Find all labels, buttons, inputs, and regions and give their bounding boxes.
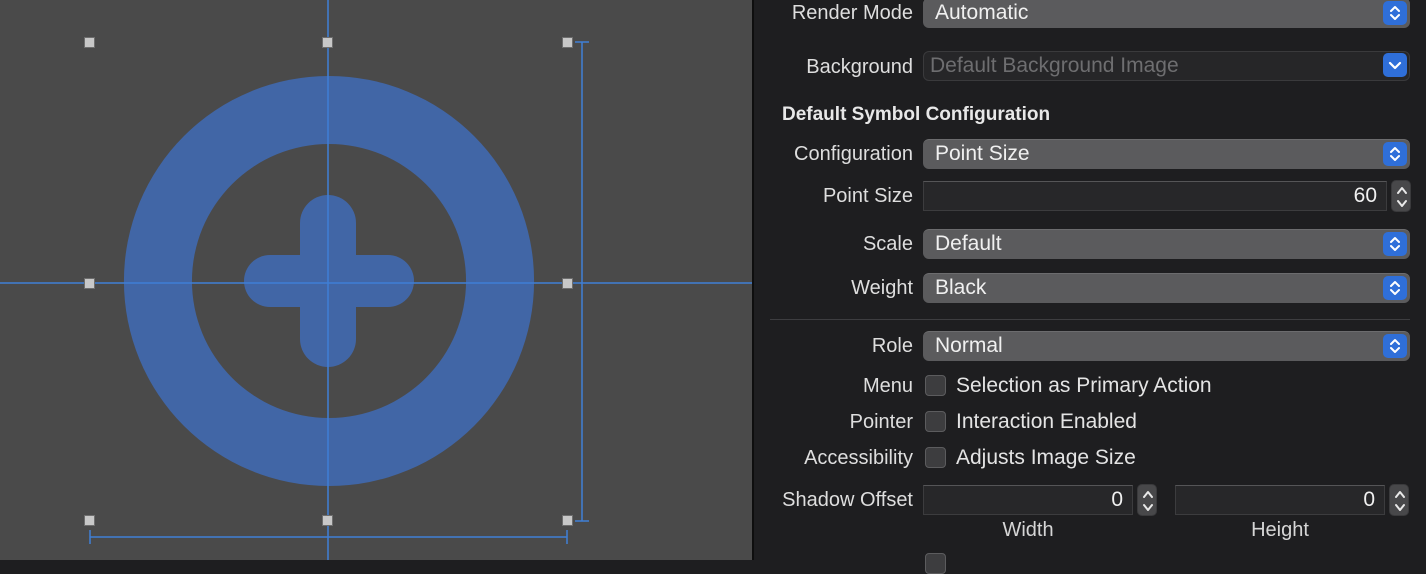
shadow-width-stepper[interactable] <box>1137 484 1157 516</box>
interaction-enabled-text[interactable]: Interaction Enabled <box>956 410 1137 434</box>
point-size-stepper[interactable] <box>1391 180 1411 212</box>
up-down-chevron-icon <box>1383 232 1407 256</box>
point-size-field[interactable]: 60 <box>923 181 1387 211</box>
up-down-chevron-icon <box>1383 334 1407 358</box>
scale-label: Scale <box>862 233 913 255</box>
up-down-chevron-icon <box>1383 276 1407 300</box>
symbol-plus-horizontal <box>244 255 414 307</box>
plus-circle-symbol[interactable] <box>123 75 535 486</box>
accessibility-label: Accessibility <box>804 447 913 469</box>
background-label: Background <box>806 56 913 78</box>
shadow-width-field[interactable]: 0 <box>923 485 1133 515</box>
shadow-height-stepper[interactable] <box>1389 484 1409 516</box>
up-down-chevron-icon <box>1383 142 1407 166</box>
stepper-arrows-icon <box>1397 187 1407 207</box>
shadow-height-caption: Height <box>1251 519 1309 541</box>
up-down-chevron-icon <box>1383 1 1407 25</box>
adjusts-image-size-checkbox[interactable] <box>925 447 946 468</box>
menu-label: Menu <box>862 375 913 397</box>
default-symbol-configuration-heading: Default Symbol Configuration <box>782 104 1051 125</box>
cut-off-checkbox[interactable] <box>925 553 946 574</box>
scale-value: Default <box>935 232 1002 255</box>
background-placeholder: Default Background Image <box>930 54 1179 77</box>
resize-handle-bottom-left[interactable] <box>84 515 95 526</box>
role-value: Normal <box>935 334 1003 357</box>
weight-value: Black <box>935 276 987 299</box>
resize-handle-bottom-right[interactable] <box>562 515 573 526</box>
shadow-height-field[interactable]: 0 <box>1175 485 1385 515</box>
configuration-value: Point Size <box>935 142 1030 165</box>
role-label: Role <box>871 335 913 357</box>
symbol-canvas[interactable] <box>0 0 752 560</box>
shadow-offset-label: Shadow Offset <box>782 489 913 511</box>
stepper-arrows-icon <box>1395 491 1405 511</box>
role-popup[interactable]: Normal <box>923 331 1410 361</box>
resize-handle-top-left[interactable] <box>84 37 95 48</box>
interaction-enabled-checkbox[interactable] <box>925 411 946 432</box>
background-combo[interactable]: Default Background Image <box>923 51 1410 81</box>
height-dimension-bracket <box>575 41 589 522</box>
scale-popup[interactable]: Default <box>923 229 1410 259</box>
selection-as-primary-action-checkbox[interactable] <box>925 375 946 396</box>
shadow-width-caption: Width <box>1002 519 1054 541</box>
section-separator <box>770 319 1410 320</box>
resize-handle-right[interactable] <box>562 278 573 289</box>
resize-handle-left[interactable] <box>84 278 95 289</box>
render-mode-label: Render Mode <box>791 2 913 24</box>
selection-as-primary-action-text[interactable]: Selection as Primary Action <box>956 374 1212 398</box>
pointer-label: Pointer <box>849 411 913 433</box>
point-size-label: Point Size <box>822 185 913 207</box>
resize-handle-bottom[interactable] <box>322 515 333 526</box>
canvas-drawing <box>0 0 752 560</box>
configuration-popup[interactable]: Point Size <box>923 139 1410 169</box>
stepper-arrows-icon <box>1143 491 1153 511</box>
resize-handle-top[interactable] <box>322 37 333 48</box>
render-mode-popup[interactable]: Automatic <box>923 0 1410 28</box>
configuration-label: Configuration <box>794 143 913 165</box>
chevron-down-icon[interactable] <box>1383 53 1407 77</box>
render-mode-value: Automatic <box>935 1 1029 24</box>
attributes-inspector: Render Mode Automatic Background Default… <box>754 0 1426 574</box>
adjusts-image-size-text[interactable]: Adjusts Image Size <box>956 446 1136 470</box>
weight-label: Weight <box>851 277 913 299</box>
weight-popup[interactable]: Black <box>923 273 1410 303</box>
resize-handle-top-right[interactable] <box>562 37 573 48</box>
